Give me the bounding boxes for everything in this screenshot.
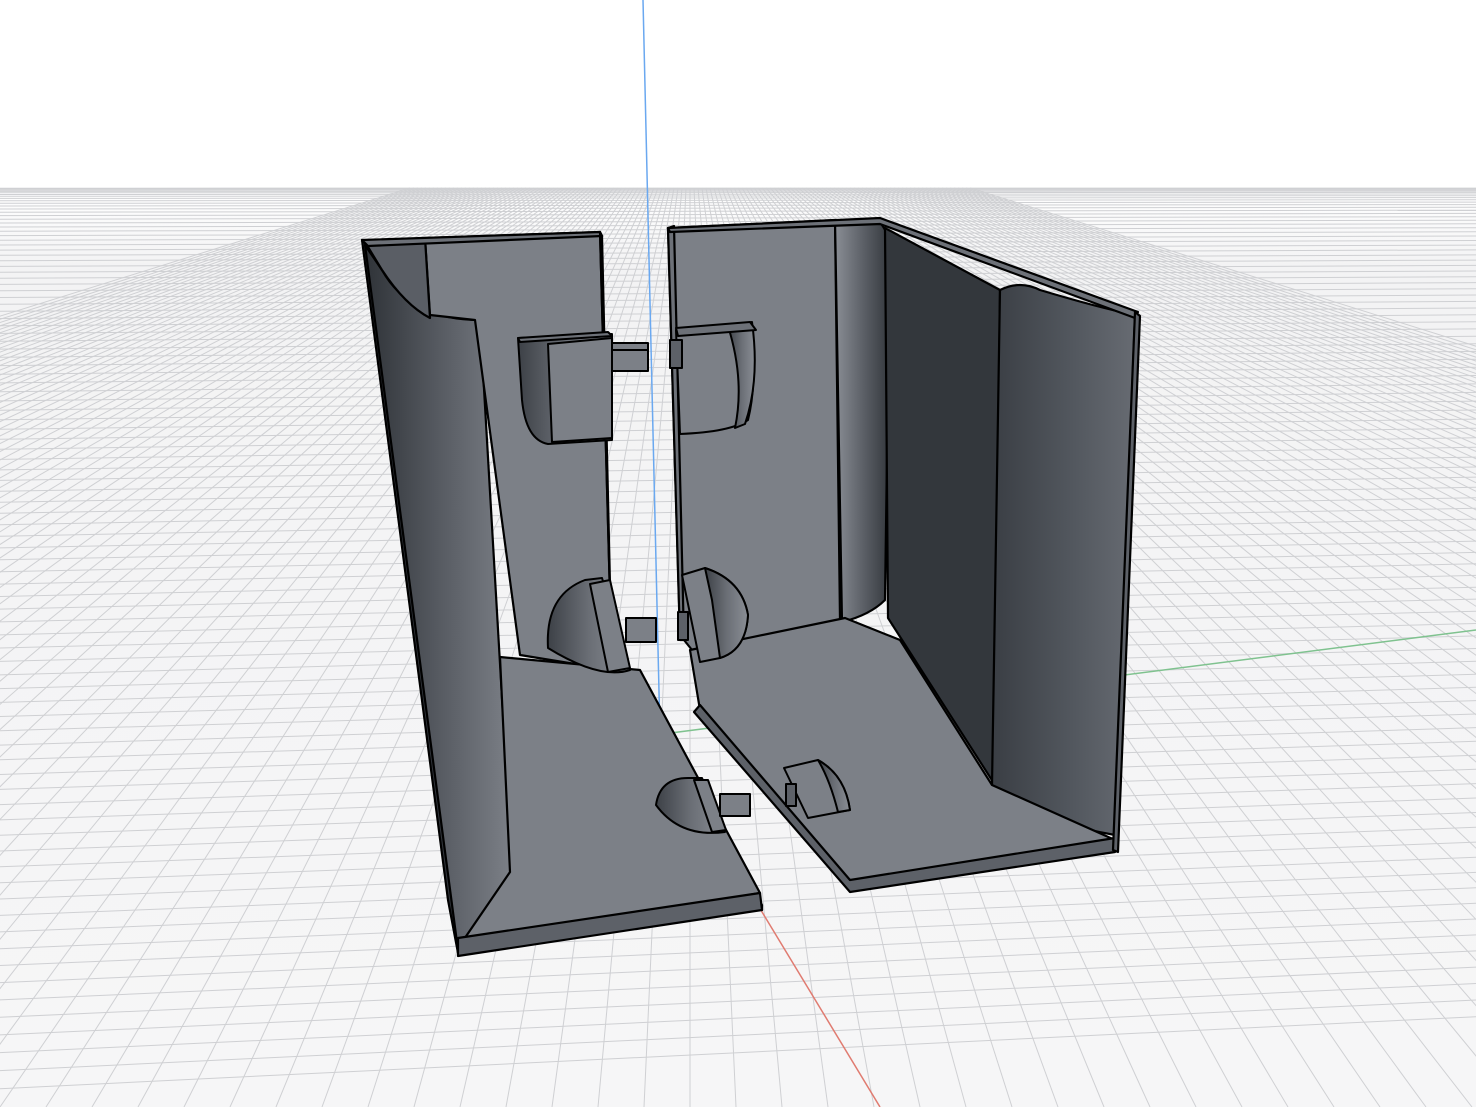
right-shell-curved-wall (990, 283, 1137, 837)
viewport-canvas[interactable] (0, 0, 1476, 1107)
3d-viewport[interactable] (0, 0, 1476, 1107)
right-lower-socket (785, 783, 797, 807)
left-middle-peg (625, 617, 657, 643)
right-shell-inner-corner (833, 218, 892, 624)
left-upper-peg (611, 342, 649, 372)
right-upper-tab[interactable] (669, 321, 757, 435)
left-lower-peg (719, 793, 751, 817)
right-middle-socket (677, 611, 689, 641)
grid-line (0, 193, 1476, 195)
right-upper-socket (669, 339, 683, 369)
